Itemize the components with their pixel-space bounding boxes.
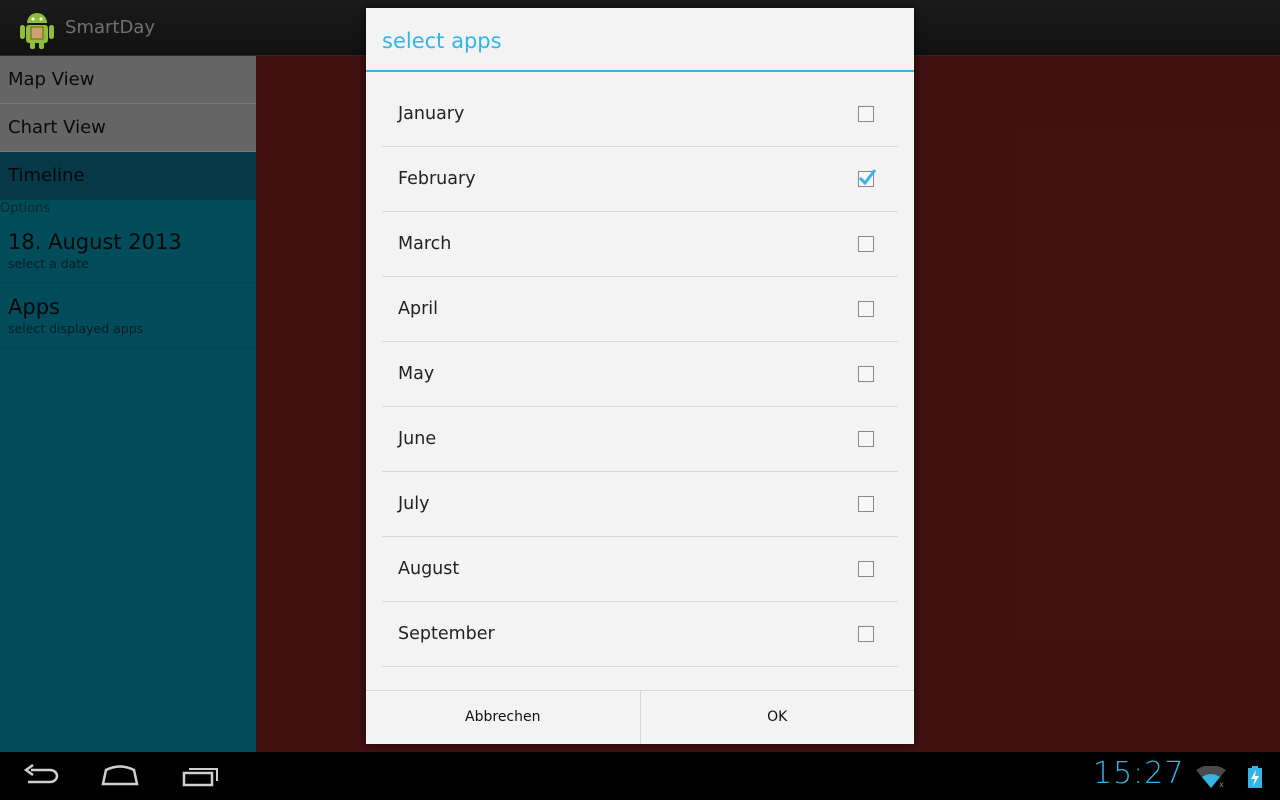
checkbox[interactable]	[858, 236, 874, 252]
recents-icon[interactable]	[182, 764, 220, 788]
checkbox[interactable]	[858, 431, 874, 447]
checkmark-icon	[858, 169, 877, 186]
checkbox[interactable]	[858, 106, 874, 122]
system-bar: 15:27 x	[0, 752, 1280, 800]
list-item[interactable]: February	[382, 147, 898, 212]
app-title: SmartDay	[65, 17, 155, 38]
list-item-label: June	[398, 429, 437, 449]
list-item-label: March	[398, 234, 452, 254]
list-item[interactable]: October	[382, 667, 898, 690]
cancel-button[interactable]: Abbrechen	[366, 691, 640, 744]
dialog-title: select apps	[366, 8, 914, 72]
list-item-label: September	[398, 624, 495, 644]
svg-text:x: x	[1219, 780, 1224, 788]
clock: 15:27	[1093, 756, 1185, 791]
checkbox[interactable]	[858, 366, 874, 382]
list-item-label: August	[398, 559, 460, 579]
checkbox[interactable]	[858, 561, 874, 577]
checkbox[interactable]	[858, 169, 877, 187]
list-item[interactable]: September	[382, 602, 898, 667]
list-item-label: May	[398, 364, 435, 384]
home-icon[interactable]	[101, 764, 139, 788]
list-item[interactable]: July	[382, 472, 898, 537]
checkbox[interactable]	[858, 301, 874, 317]
list-item-label: April	[398, 299, 438, 319]
battery-charging-icon	[1248, 766, 1262, 788]
ok-button[interactable]: OK	[639, 691, 915, 744]
list-item[interactable]: August	[382, 537, 898, 602]
select-apps-dialog: select apps January February March April May…	[366, 8, 914, 744]
checkbox[interactable]	[858, 626, 874, 642]
apps-list[interactable]: January February March April May June July Augu…	[382, 82, 898, 690]
list-item[interactable]: March	[382, 212, 898, 277]
wifi-icon: x	[1196, 766, 1226, 788]
list-item[interactable]: April	[382, 277, 898, 342]
back-icon[interactable]	[22, 764, 60, 788]
list-item[interactable]: January	[382, 82, 898, 147]
list-item[interactable]: May	[382, 342, 898, 407]
dialog-buttons: Abbrechen OK	[366, 690, 914, 744]
list-item[interactable]: June	[382, 407, 898, 472]
list-item-label: February	[398, 169, 476, 189]
checkbox[interactable]	[858, 496, 874, 512]
android-app-icon[interactable]	[18, 9, 56, 49]
list-item-label: January	[398, 104, 465, 124]
list-item-label: July	[398, 494, 430, 514]
